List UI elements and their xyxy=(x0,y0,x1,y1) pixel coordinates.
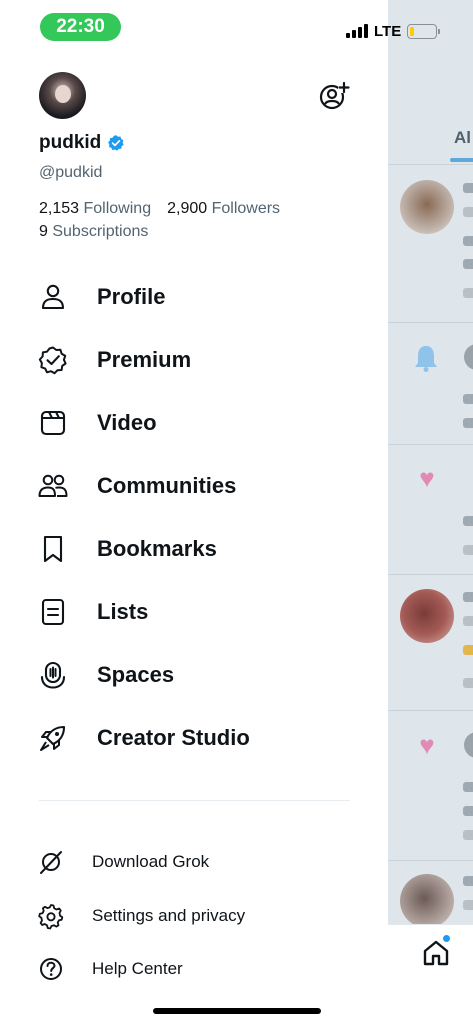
home-indicator[interactable] xyxy=(153,1008,321,1014)
menu-item-label: Download Grok xyxy=(92,852,210,871)
communities-icon xyxy=(38,474,68,497)
menu-item-download-grok[interactable]: Download Grok xyxy=(37,847,209,877)
menu-item-lists[interactable]: Lists xyxy=(37,592,148,632)
menu-item-creator-studio[interactable]: Creator Studio xyxy=(37,718,250,758)
premium-badge-icon xyxy=(38,346,67,375)
add-account-icon[interactable] xyxy=(318,80,350,112)
bell-icon xyxy=(415,346,437,372)
status-indicators: LTE xyxy=(346,20,441,42)
profile-handle: @pudkid xyxy=(39,164,103,181)
verified-badge-icon xyxy=(108,135,124,151)
gear-icon xyxy=(38,904,64,930)
profile-avatar[interactable] xyxy=(39,72,86,119)
spaces-icon xyxy=(40,661,66,689)
display-name[interactable]: pudkid xyxy=(39,132,101,154)
video-icon xyxy=(40,410,66,436)
menu-item-help-center[interactable]: Help Center xyxy=(37,954,183,984)
timeline-background: Al ♥ ♥ xyxy=(388,0,473,1024)
bookmark-icon xyxy=(43,535,63,563)
heart-icon: ♥ xyxy=(419,730,435,760)
timeline-separator xyxy=(388,710,473,711)
menu-divider xyxy=(39,800,350,801)
battery-icon xyxy=(407,23,441,39)
timeline-avatar[interactable] xyxy=(400,589,454,643)
menu-item-label: Profile xyxy=(97,284,166,309)
rocket-icon xyxy=(40,725,66,751)
follow-stats: 2,153 Following 2,900 Followers xyxy=(39,200,280,218)
help-icon xyxy=(40,958,62,980)
timeline-separator xyxy=(388,322,473,323)
menu-item-spaces[interactable]: Spaces xyxy=(37,655,174,695)
timeline-emoji xyxy=(463,645,473,655)
home-icon[interactable] xyxy=(422,939,450,967)
menu-item-profile[interactable]: Profile xyxy=(37,277,165,317)
menu-item-video[interactable]: Video xyxy=(37,403,157,443)
menu-item-bookmarks[interactable]: Bookmarks xyxy=(37,529,217,569)
timeline-avatar[interactable] xyxy=(400,180,454,234)
timeline-text xyxy=(463,207,473,217)
list-icon xyxy=(41,598,65,626)
timeline-tab-all[interactable]: Al xyxy=(454,128,471,148)
menu-item-label: Help Center xyxy=(92,959,183,978)
timeline-text xyxy=(463,678,473,688)
menu-item-communities[interactable]: Communities xyxy=(37,466,236,506)
following-link[interactable]: 2,153 Following xyxy=(39,200,151,218)
menu-item-premium[interactable]: Premium xyxy=(37,340,191,380)
menu-item-label: Bookmarks xyxy=(97,536,217,561)
signal-icon xyxy=(346,24,368,38)
menu-item-settings[interactable]: Settings and privacy xyxy=(37,901,245,931)
timeline-text xyxy=(463,545,473,555)
timeline-text xyxy=(463,394,473,404)
bottom-tab-bar xyxy=(388,924,473,1024)
timeline-text xyxy=(463,782,473,792)
timeline-text xyxy=(463,616,473,626)
timeline-separator xyxy=(388,574,473,575)
person-icon xyxy=(41,284,65,310)
timeline-text xyxy=(463,830,473,840)
menu-item-label: Lists xyxy=(97,599,149,624)
timeline-text xyxy=(463,259,473,269)
grok-icon xyxy=(40,851,62,874)
timeline-text xyxy=(463,806,473,816)
menu-item-label: Communities xyxy=(97,473,237,498)
menu-item-label: Premium xyxy=(97,347,192,372)
status-time: 22:30 xyxy=(40,13,121,41)
timeline-avatar[interactable] xyxy=(464,732,473,758)
timeline-text xyxy=(463,236,473,246)
heart-icon: ♥ xyxy=(419,463,435,493)
timeline-separator xyxy=(388,860,473,861)
menu-item-label: Spaces xyxy=(97,662,175,687)
timeline-text xyxy=(463,900,473,910)
timeline-avatar[interactable] xyxy=(400,874,454,928)
menu-item-label: Video xyxy=(97,410,157,435)
side-drawer: 22:30 LTE pudkid @pudkid 2,153 Following… xyxy=(0,0,441,1024)
profile-name-row[interactable]: pudkid xyxy=(39,132,125,154)
followers-link[interactable]: 2,900 Followers xyxy=(167,200,280,218)
subscriptions-link[interactable]: 9 Subscriptions xyxy=(39,223,148,241)
timeline-text xyxy=(463,418,473,428)
timeline-text xyxy=(463,876,473,886)
notification-dot xyxy=(443,935,450,942)
timeline-separator xyxy=(388,164,473,165)
network-label: LTE xyxy=(374,22,402,40)
timeline-text xyxy=(463,288,473,298)
timeline-avatar[interactable] xyxy=(464,344,473,370)
menu-item-label: Creator Studio xyxy=(97,725,250,750)
timeline-text xyxy=(463,516,473,526)
menu-item-label: Settings and privacy xyxy=(92,906,246,925)
timeline-separator xyxy=(388,444,473,445)
timeline-tab-indicator xyxy=(450,158,473,162)
timeline-text xyxy=(463,592,473,602)
timeline-text xyxy=(463,183,473,193)
